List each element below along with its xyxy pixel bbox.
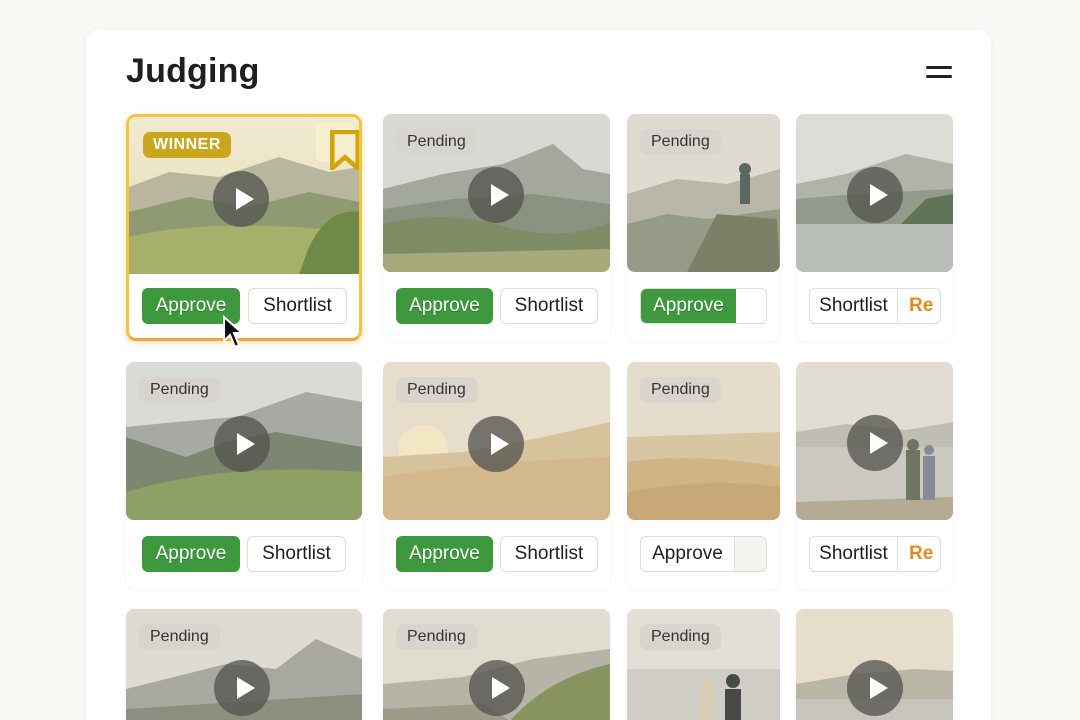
status-badge: Pending <box>396 129 477 155</box>
play-icon[interactable] <box>214 660 270 716</box>
submission-card-12[interactable] <box>796 609 953 720</box>
video-thumbnail[interactable]: Pending <box>383 609 610 720</box>
video-thumbnail[interactable]: Pending <box>627 362 780 520</box>
play-icon[interactable] <box>213 171 269 227</box>
shortlist-button[interactable]: Shortlist <box>500 288 598 324</box>
submission-card-10[interactable]: Pending <box>383 609 610 720</box>
status-badge: Pending <box>640 624 721 650</box>
play-icon[interactable] <box>468 416 524 472</box>
video-thumbnail[interactable]: Pending <box>126 362 362 520</box>
submission-card-6[interactable]: Pending Approve Shortlist <box>383 362 610 589</box>
status-badge: Pending <box>640 377 721 403</box>
action-button-group: Shortlist Re <box>809 288 941 324</box>
bookmark-icon[interactable] <box>316 122 359 170</box>
submission-card-8[interactable]: Shortlist Re <box>796 362 953 589</box>
play-icon[interactable] <box>214 416 270 472</box>
video-thumbnail[interactable] <box>796 114 953 272</box>
video-thumbnail[interactable]: Pending <box>383 362 610 520</box>
play-icon[interactable] <box>468 167 524 223</box>
video-thumbnail[interactable] <box>796 362 953 520</box>
video-thumbnail[interactable]: Pending <box>627 609 780 720</box>
secondary-button-stub[interactable] <box>735 537 766 571</box>
play-icon[interactable] <box>469 660 525 716</box>
approve-button[interactable]: Approve <box>396 536 493 572</box>
status-badge: Pending <box>139 377 220 403</box>
submission-card-11[interactable]: Pending <box>627 609 780 720</box>
video-thumbnail[interactable] <box>796 609 953 720</box>
submission-card-9[interactable]: Pending <box>126 609 362 720</box>
video-thumbnail[interactable]: Pending <box>627 114 780 272</box>
play-icon[interactable] <box>847 415 903 471</box>
submission-card-4[interactable]: Shortlist Re <box>796 114 953 341</box>
submission-card-1[interactable]: WINNER Approve Shortlist <box>126 114 362 341</box>
video-thumbnail[interactable]: WINNER <box>129 117 359 274</box>
status-badge: Pending <box>396 377 477 403</box>
approve-button[interactable]: Approve <box>142 536 240 572</box>
approve-button[interactable]: Approve <box>641 289 736 323</box>
reject-button[interactable]: Re <box>909 289 940 323</box>
video-thumbnail[interactable]: Pending <box>126 609 362 720</box>
action-button-group: Shortlist Re <box>809 536 941 572</box>
shortlist-button[interactable]: Shortlist <box>810 289 898 323</box>
hamburger-menu-icon[interactable] <box>926 62 954 82</box>
approve-button[interactable]: Approve <box>396 288 493 324</box>
submission-card-3[interactable]: Pending Approve <box>627 114 780 341</box>
status-badge: Pending <box>640 129 721 155</box>
status-badge: Pending <box>139 624 220 650</box>
winner-badge: WINNER <box>143 132 231 158</box>
play-icon[interactable] <box>847 167 903 223</box>
page-title: Judging <box>126 52 260 90</box>
submission-card-5[interactable]: Pending Approve Shortlist <box>126 362 362 589</box>
submission-card-2[interactable]: Pending Approve Shortlist <box>383 114 610 341</box>
video-thumbnail[interactable]: Pending <box>383 114 610 272</box>
reject-button[interactable]: Re <box>909 537 940 571</box>
status-badge: Pending <box>396 624 477 650</box>
action-button-group: Approve <box>640 536 767 572</box>
action-button-group: Approve <box>640 288 767 324</box>
shortlist-button[interactable]: Shortlist <box>810 537 898 571</box>
submission-card-7[interactable]: Pending Approve <box>627 362 780 589</box>
shortlist-button[interactable]: Shortlist <box>247 536 346 572</box>
play-icon[interactable] <box>847 660 903 716</box>
approve-button[interactable]: Approve <box>641 537 735 571</box>
shortlist-button[interactable]: Shortlist <box>500 536 598 572</box>
shortlist-button[interactable]: Shortlist <box>248 288 347 324</box>
mouse-pointer-icon <box>223 315 245 349</box>
